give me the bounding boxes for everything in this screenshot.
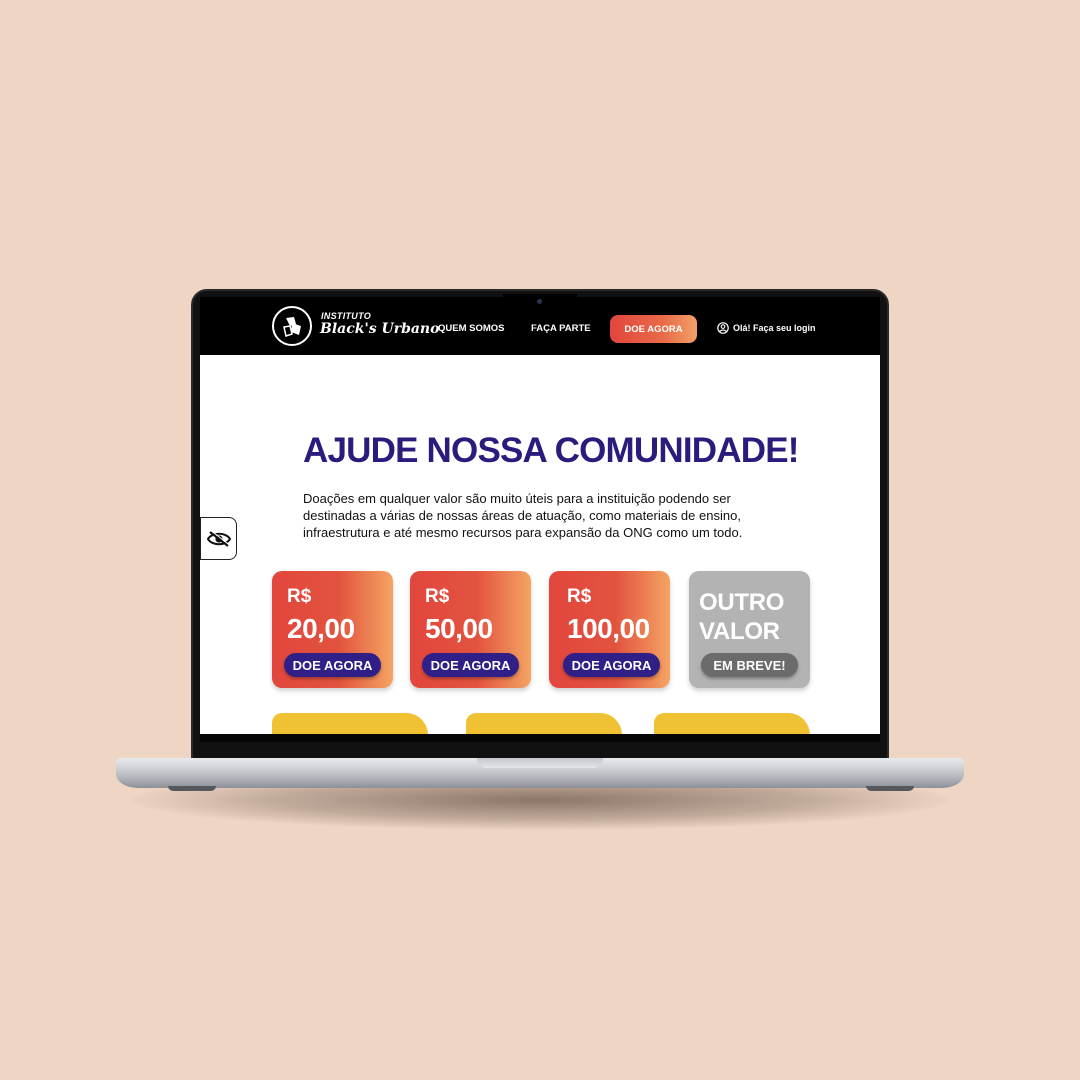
logo[interactable] — [272, 306, 312, 346]
nav-link-faca-parte[interactable]: FAÇA PARTE — [531, 323, 591, 334]
accessibility-toggle[interactable] — [200, 517, 237, 560]
card-amount: 100,00 — [567, 613, 650, 644]
laptop-foot-right — [866, 786, 914, 791]
card-currency: R$ — [567, 586, 592, 607]
donate-20-button[interactable]: DOE AGORA — [284, 653, 381, 677]
login-label: Olá! Faça seu login — [733, 323, 816, 333]
logo-line1: INSTITUTO — [321, 311, 372, 321]
donate-50-button[interactable]: DOE AGORA — [422, 653, 519, 677]
card-amount: 20,00 — [287, 613, 355, 644]
hero-description: Doações em qualquer valor são muito útei… — [303, 491, 743, 540]
donate-100-button[interactable]: DOE AGORA — [563, 653, 660, 677]
card-amount: 50,00 — [425, 613, 493, 644]
other-value-card: OUTRO VALOR EM BREVE! — [689, 571, 810, 688]
card-currency: R$ — [287, 586, 312, 607]
page-title: AJUDE NOSSA COMUNIDADE! — [303, 431, 799, 470]
nav-donate-button[interactable]: DOE AGORA — [610, 315, 697, 343]
camera-icon — [537, 299, 542, 304]
card-currency: R$ — [425, 586, 450, 607]
laptop-foot-left — [168, 786, 216, 791]
section-card-1 — [272, 713, 428, 734]
other-value-label: OUTRO VALOR — [699, 589, 785, 645]
laptop-opening-notch — [477, 758, 603, 768]
eye-slash-icon — [206, 530, 231, 547]
coming-soon-button: EM BREVE! — [701, 653, 798, 677]
login-link[interactable]: Olá! Faça seu login — [717, 322, 816, 334]
nav-link-quem-somos[interactable]: QUEM SOMOS — [438, 323, 505, 334]
donation-card-100[interactable]: R$ 100,00 DOE AGORA — [549, 571, 670, 688]
section-card-2 — [466, 713, 622, 734]
user-circle-icon — [717, 322, 729, 334]
logo-line2: Black's Urbano — [320, 321, 440, 337]
laptop-screen: INSTITUTO Black's Urbano QUEM SOMOS FAÇA… — [200, 297, 880, 734]
screen-bezel-bottom — [200, 734, 880, 742]
donation-card-50[interactable]: R$ 50,00 DOE AGORA — [410, 571, 531, 688]
donation-card-20[interactable]: R$ 20,00 DOE AGORA — [272, 571, 393, 688]
section-card-3 — [654, 713, 810, 734]
logo-hands-icon — [283, 317, 301, 337]
